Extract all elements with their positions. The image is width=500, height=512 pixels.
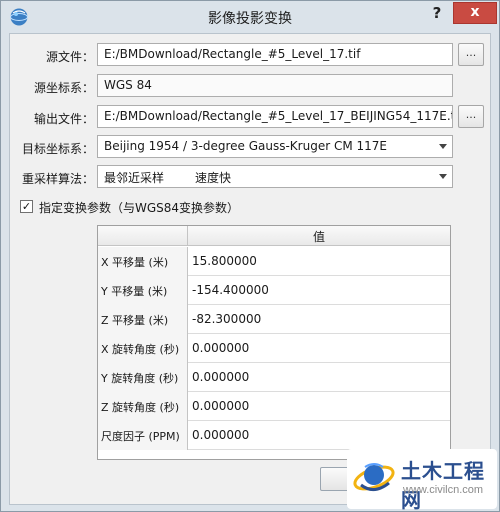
dialog-window: 影像投影变换 ? x 源文件： E:/BMDownload/Rectangle_…	[0, 0, 500, 512]
window-title: 影像投影变换	[208, 11, 292, 27]
table-row[interactable]: Y 旋转角度 (秒) 0.000000	[98, 363, 450, 392]
row-header: Y 平移量 (米)	[98, 276, 188, 305]
table-row[interactable]: Y 平移量 (米) -154.400000	[98, 276, 450, 305]
source-crs-label: 源坐标系：	[33, 81, 94, 95]
row-value[interactable]: 0.000000	[192, 428, 249, 442]
source-crs-field: WGS 84	[97, 74, 453, 97]
resample-label: 重采样算法：	[21, 172, 94, 186]
watermark-url: www.civilcn.com	[403, 484, 484, 496]
help-button[interactable]: ?	[427, 4, 447, 24]
table-row[interactable]: X 平移量 (米) 15.800000	[98, 247, 450, 276]
target-crs-select[interactable]: Beijing 1954 / 3-degree Gauss-Kruger CM …	[97, 135, 453, 158]
output-file-field[interactable]: E:/BMDownload/Rectangle_#5_Level_17_BEIJ…	[97, 105, 453, 128]
row-value[interactable]: 0.000000	[192, 399, 249, 413]
table-row[interactable]: X 旋转角度 (秒) 0.000000	[98, 334, 450, 363]
row-header: X 旋转角度 (秒)	[98, 334, 188, 363]
table-row[interactable]: 尺度因子 (PPM) 0.000000	[98, 421, 450, 450]
site-watermark: 土木工程网 www.civilcn.com	[347, 449, 497, 512]
title-bar[interactable]: 影像投影变换 ? x	[1, 1, 499, 33]
resample-select[interactable]: 最邻近采样 速度快	[97, 165, 453, 188]
output-file-browse-button[interactable]: ...	[458, 105, 484, 128]
transform-params-label: 指定变换参数（与WGS84变换参数）	[39, 201, 240, 215]
row-value[interactable]: -154.400000	[192, 283, 269, 297]
column-header-value[interactable]: 值	[188, 228, 450, 245]
row-value[interactable]: 0.000000	[192, 370, 249, 384]
transform-params-table: 值 X 平移量 (米) 15.800000 Y 平移量 (米) -154.400…	[97, 225, 451, 460]
close-button[interactable]: x	[453, 2, 497, 24]
row-header: Y 旋转角度 (秒)	[98, 363, 188, 392]
transform-params-checkbox[interactable]: ✓	[20, 200, 33, 213]
row-header: Z 旋转角度 (秒)	[98, 392, 188, 421]
row-value[interactable]: 15.800000	[192, 254, 257, 268]
source-file-browse-button[interactable]: ...	[458, 43, 484, 66]
table-corner	[98, 226, 188, 246]
close-icon: x	[470, 4, 480, 20]
chevron-down-icon	[439, 144, 447, 149]
row-header: X 平移量 (米)	[98, 247, 188, 276]
civilcn-logo-icon	[353, 463, 395, 491]
row-value[interactable]: -82.300000	[192, 312, 261, 326]
output-file-label: 输出文件：	[33, 112, 94, 126]
target-crs-label: 目标坐标系：	[21, 142, 94, 156]
source-file-field[interactable]: E:/BMDownload/Rectangle_#5_Level_17.tif	[97, 43, 453, 66]
resample-value: 最邻近采样	[104, 171, 165, 185]
row-value[interactable]: 0.000000	[192, 341, 249, 355]
row-header: 尺度因子 (PPM)	[98, 421, 188, 450]
source-file-label: 源文件：	[45, 50, 94, 64]
resample-note: 速度快	[195, 171, 232, 185]
table-header: 值	[98, 226, 450, 246]
row-header: Z 平移量 (米)	[98, 305, 188, 334]
table-row[interactable]: Z 旋转角度 (秒) 0.000000	[98, 392, 450, 421]
table-row[interactable]: Z 平移量 (米) -82.300000	[98, 305, 450, 334]
dialog-body: 源文件： E:/BMDownload/Rectangle_#5_Level_17…	[9, 33, 491, 505]
target-crs-value: Beijing 1954 / 3-degree Gauss-Kruger CM …	[104, 139, 387, 153]
chevron-down-icon	[439, 174, 447, 179]
